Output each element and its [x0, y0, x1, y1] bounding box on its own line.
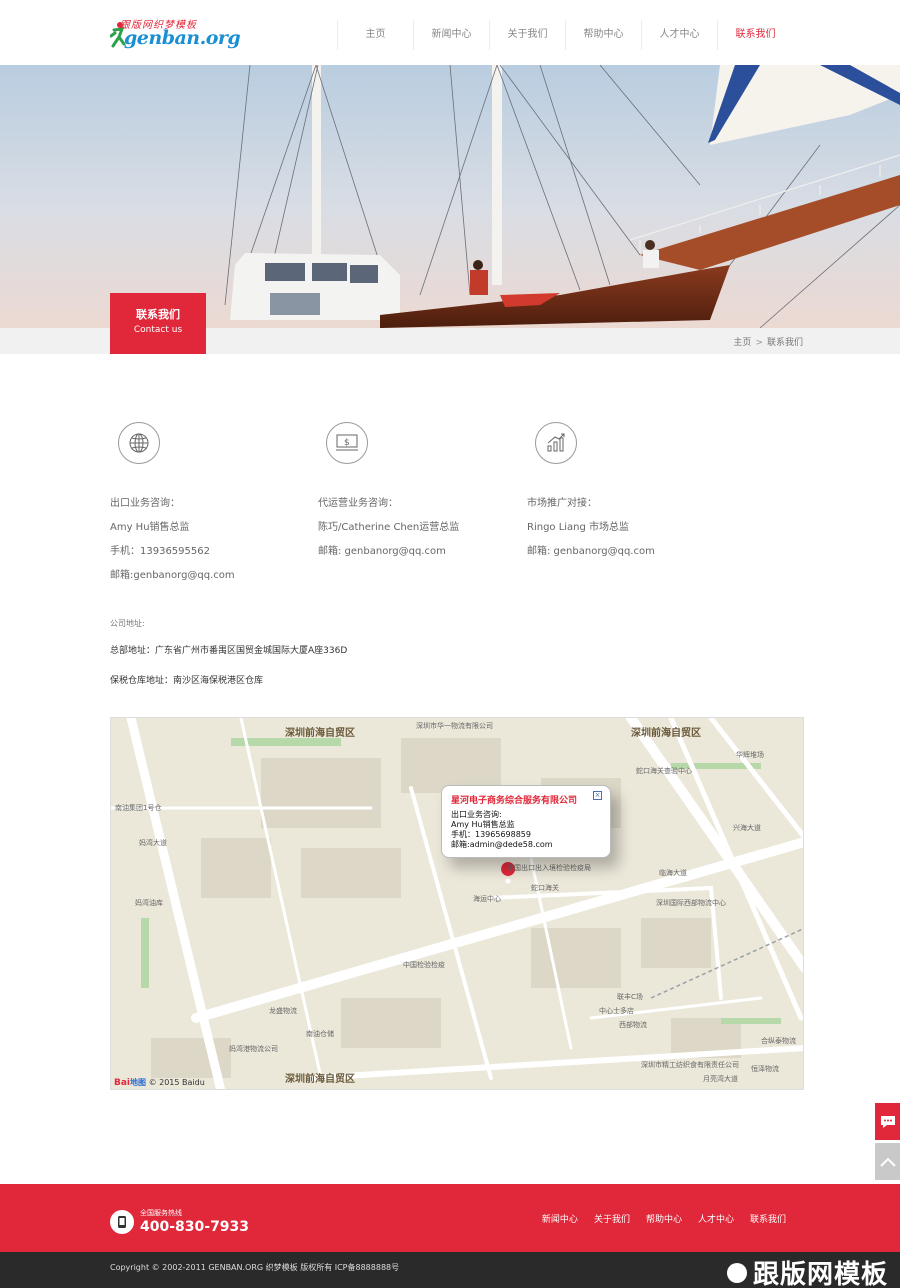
- contact-email[interactable]: 邮箱: genbanorg@qq.com: [527, 540, 727, 564]
- contact-line: 手机：13936595562: [110, 546, 210, 557]
- map-road-label: 妈湾大道: [139, 839, 167, 847]
- nav-news[interactable]: 新闻中心: [413, 20, 489, 50]
- map-poi-label: 蛇口海关: [531, 884, 559, 892]
- map-poi-label: 海运中心: [473, 895, 501, 903]
- address-warehouse: 保税仓库地址：南沙区海保税港区仓库: [110, 676, 264, 686]
- contact-email[interactable]: 邮箱: genbanorg@qq.com: [318, 540, 518, 564]
- nav-home[interactable]: 主页: [337, 20, 413, 50]
- nav-contact[interactable]: 联系我们: [717, 20, 793, 50]
- chat-icon: [880, 1115, 895, 1128]
- map-poi-label: 妈湾港物流公司: [229, 1045, 278, 1053]
- contact-line: 陈巧/Catherine Chen运营总监: [318, 522, 460, 533]
- footer-link-talent[interactable]: 人才中心: [698, 1212, 734, 1225]
- logo-wordmark: genban.org: [124, 27, 241, 49]
- map-area-label: 深圳前海自贸区: [285, 1074, 355, 1085]
- hero-banner: [0, 65, 900, 328]
- main-nav: 主页 新闻中心 关于我们 帮助中心 人才中心 联系我们: [337, 20, 793, 50]
- map-area-label: 深圳前海自贸区: [285, 728, 355, 739]
- map-area-label: 深圳前海自贸区: [631, 728, 701, 739]
- footer-link-contact[interactable]: 联系我们: [750, 1212, 786, 1225]
- copyright-text: Copyright © 2002-2011 GENBAN.ORG 织梦模板 版权…: [110, 1263, 400, 1272]
- map-poi-label: 深圳市精工纺织食有限责任公司: [641, 1061, 739, 1069]
- page-title: 联系我们: [136, 308, 180, 321]
- watermark-text: 跟版网模板: [752, 1260, 888, 1288]
- nav-help[interactable]: 帮助中心: [565, 20, 641, 50]
- watermark-icon: [726, 1262, 747, 1283]
- growth-chart-icon: [535, 422, 577, 464]
- map-poi-label: 中国出口出入境检验检疫局: [507, 864, 591, 872]
- map-poi-label: 深圳市华一物流有限公司: [416, 722, 493, 730]
- map-poi-label: 妈湾油库: [135, 899, 163, 907]
- map-poi-label: 华辉堆场: [736, 751, 764, 759]
- hotline-label: 全国服务热线: [140, 1209, 182, 1217]
- footer-link-about[interactable]: 关于我们: [594, 1212, 630, 1225]
- contact-line: Ringo Liang 市场总监: [527, 522, 630, 533]
- map-poi-label: 蛇口海关查验中心: [636, 767, 692, 775]
- online-chat-button[interactable]: [875, 1103, 900, 1140]
- page-subtitle: Contact us: [133, 325, 183, 335]
- service-hotline: 全国服务热线 400-830-7933: [110, 1208, 249, 1235]
- map-copyright: © 2015 Baidu: [148, 1078, 205, 1087]
- address-label: 公司地址:: [110, 619, 145, 628]
- map-poi-label: 南油集团1号仓: [115, 804, 162, 812]
- close-icon[interactable]: ×: [593, 791, 602, 800]
- nav-talent[interactable]: 人才中心: [641, 20, 717, 50]
- address-headquarters: 总部地址：广东省广州市番禺区国贸金城国际大厦A座336D: [110, 646, 348, 656]
- site-footer: 全国服务热线 400-830-7933 新闻中心 关于我们 帮助中心 人才中心 …: [0, 1184, 900, 1252]
- contact-column-operation: $ 代运营业务咨询： 陈巧/Catherine Chen运营总监 邮箱: gen…: [318, 422, 518, 564]
- info-window-title: 星河电子商务综合服务有限公司: [451, 796, 578, 806]
- contact-line: 出口业务咨询：: [110, 498, 180, 509]
- baidu-map-brand: 地图: [130, 1078, 147, 1087]
- map-road-label: 临海大道: [659, 869, 687, 877]
- watermark: 跟版网模板: [726, 1254, 888, 1288]
- info-window-line: 邮箱:admin@dede58.com: [451, 840, 553, 849]
- site-header: 跟版网织梦模板 genban.org 主页 新闻中心 关于我们 帮助中心 人才中…: [0, 0, 900, 65]
- hotline-number: 400-830-7933: [140, 1219, 250, 1235]
- phone-icon: [110, 1209, 134, 1234]
- site-logo[interactable]: 跟版网织梦模板 genban.org: [110, 16, 241, 50]
- contact-email[interactable]: 邮箱:genbanorg@qq.com: [110, 564, 310, 588]
- breadcrumb-separator: >: [755, 338, 763, 348]
- map-poi-label: 南油仓储: [306, 1030, 334, 1038]
- map-poi-label: 深圳国际西部物流中心: [656, 899, 726, 907]
- map-poi-label: 合纵泰物流: [761, 1037, 796, 1045]
- info-window-line: Amy Hu销售总监: [451, 820, 515, 829]
- svg-text:$: $: [344, 438, 350, 448]
- contact-line: 代运营业务咨询：: [318, 498, 398, 509]
- footer-link-news[interactable]: 新闻中心: [542, 1212, 578, 1225]
- back-to-top-button[interactable]: [875, 1143, 900, 1180]
- info-window-line: 出口业务咨询:: [451, 810, 502, 819]
- map-poi-label: 中心士多店: [599, 1007, 634, 1015]
- footer-link-help[interactable]: 帮助中心: [646, 1212, 682, 1225]
- contact-column-marketing: 市场推广对接： Ringo Liang 市场总监 邮箱: genbanorg@q…: [527, 422, 727, 564]
- baidu-map[interactable]: 深圳前海自贸区 深圳前海自贸区 深圳前海自贸区 深圳市华一物流有限公司 南油集团…: [110, 717, 804, 1090]
- info-window-line: 手机：13965698859: [451, 830, 531, 839]
- company-address: 公司地址: 总部地址：广东省广州市番禺区国贸金城国际大厦A座336D 保税仓库地…: [110, 618, 347, 702]
- dollar-screen-icon: $: [326, 422, 368, 464]
- page-title-box: 联系我们 Contact us: [110, 293, 206, 354]
- contact-column-export: 出口业务咨询： Amy Hu销售总监 手机：13936595562 邮箱:gen…: [110, 422, 310, 588]
- chevron-up-icon: [879, 1157, 896, 1167]
- footer-nav: 新闻中心 关于我们 帮助中心 人才中心 联系我们: [526, 1212, 786, 1225]
- map-poi-label: 中国检验检疫: [403, 961, 445, 969]
- breadcrumb: 主页 > 联系我们: [733, 335, 803, 348]
- baidu-map-attribution: Bai地图 © 2015 Baidu: [114, 1077, 205, 1088]
- map-road-label: 月亮湾大道: [703, 1075, 738, 1083]
- contact-line: 市场推广对接：: [527, 498, 597, 509]
- map-poi-label: 龙盛物流: [269, 1007, 297, 1015]
- globe-icon: [118, 422, 160, 464]
- breadcrumb-home[interactable]: 主页: [733, 338, 751, 348]
- map-poi-label: 西部物流: [619, 1021, 647, 1029]
- map-road-label: 兴海大道: [733, 824, 761, 832]
- sailboat-photo: [0, 65, 900, 328]
- map-poi-label: 联丰C场: [617, 993, 643, 1001]
- map-poi-label: 恒泽物流: [751, 1065, 779, 1073]
- breadcrumb-current: 联系我们: [766, 338, 803, 348]
- nav-about[interactable]: 关于我们: [489, 20, 565, 50]
- map-info-window: × 星河电子商务综合服务有限公司 出口业务咨询: Amy Hu销售总监 手机：1…: [441, 785, 611, 858]
- baidu-logo: Bai: [114, 1078, 131, 1088]
- contact-line: Amy Hu销售总监: [110, 522, 190, 533]
- copyright-bar: Copyright © 2002-2011 GENBAN.ORG 织梦模板 版权…: [0, 1252, 900, 1288]
